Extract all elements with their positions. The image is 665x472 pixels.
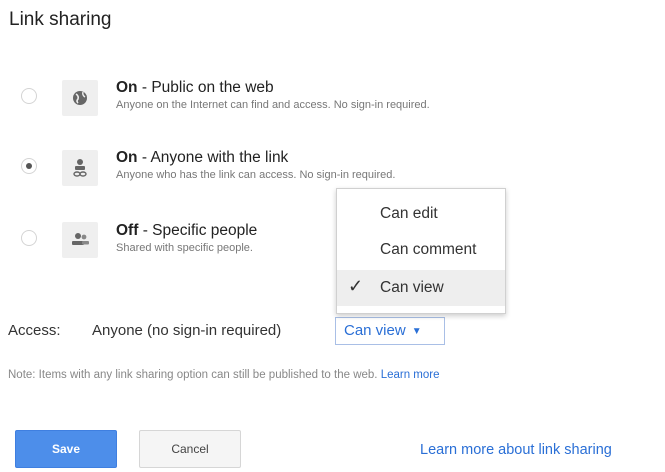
option-specific-people[interactable]: Off - Specific people Shared with specif… bbox=[0, 218, 600, 264]
radio-specific-people[interactable] bbox=[21, 230, 37, 246]
people-icon bbox=[62, 222, 98, 258]
menu-item-can-view[interactable]: ✓ Can view bbox=[337, 270, 505, 306]
link-person-icon bbox=[62, 150, 98, 186]
note-text: Note: Items with any link sharing option… bbox=[8, 369, 440, 381]
learn-more-link-sharing[interactable]: Learn more about link sharing bbox=[420, 442, 612, 458]
learn-more-link[interactable]: Learn more bbox=[381, 369, 440, 381]
check-icon: ✓ bbox=[348, 276, 364, 296]
menu-item-can-edit[interactable]: Can edit bbox=[337, 196, 505, 232]
cancel-button[interactable]: Cancel bbox=[139, 430, 241, 468]
option-anyone-with-link[interactable]: On - Anyone with the link Anyone who has… bbox=[0, 146, 600, 192]
radio-public-web[interactable] bbox=[21, 88, 37, 104]
option-title: On - Anyone with the link bbox=[116, 149, 289, 166]
option-title: Off - Specific people bbox=[116, 222, 258, 239]
access-label: Access: bbox=[8, 322, 61, 339]
globe-icon bbox=[62, 80, 98, 116]
option-description: Shared with specific people. bbox=[116, 242, 253, 254]
chevron-down-icon: ▼ bbox=[411, 325, 422, 337]
option-public-web[interactable]: On - Public on the web Anyone on the Int… bbox=[0, 76, 600, 122]
permission-dropdown[interactable]: Can view ▼ bbox=[335, 317, 445, 345]
option-description: Anyone who has the link can access. No s… bbox=[116, 169, 396, 181]
option-description: Anyone on the Internet can find and acce… bbox=[116, 99, 430, 111]
menu-item-can-comment[interactable]: Can comment bbox=[337, 232, 505, 268]
save-button[interactable]: Save bbox=[15, 430, 117, 468]
permission-menu: Can edit Can comment ✓ Can view bbox=[336, 188, 506, 314]
radio-anyone-with-link[interactable] bbox=[21, 158, 37, 174]
dialog-title: Link sharing bbox=[9, 9, 112, 30]
access-value: Anyone (no sign-in required) bbox=[92, 322, 282, 339]
option-title: On - Public on the web bbox=[116, 79, 274, 96]
permission-dropdown-value: Can view bbox=[344, 322, 406, 339]
